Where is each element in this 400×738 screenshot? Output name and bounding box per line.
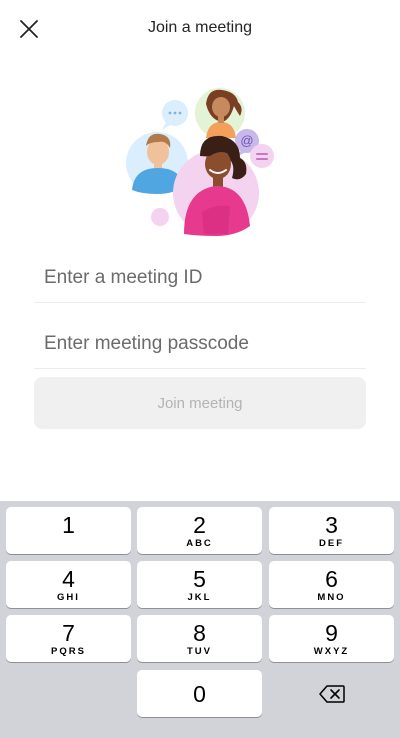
- key-letters: MNO: [317, 591, 346, 603]
- join-meeting-button[interactable]: Join meeting: [34, 377, 366, 429]
- key-number: 4: [62, 565, 75, 592]
- key-number: 8: [193, 619, 206, 646]
- key-6[interactable]: 6 MNO: [269, 561, 394, 608]
- key-3[interactable]: 3 DEF: [269, 507, 394, 554]
- svg-text:@: @: [240, 133, 253, 148]
- key-9[interactable]: 9 WXYZ: [269, 615, 394, 662]
- key-letters: DEF: [319, 537, 344, 549]
- key-number: 3: [325, 511, 338, 538]
- backspace-icon: [318, 684, 345, 703]
- meeting-id-input[interactable]: [34, 253, 366, 303]
- key-7[interactable]: 7 PQRS: [6, 615, 131, 662]
- key-number: 9: [325, 619, 338, 646]
- meeting-passcode-input[interactable]: [34, 319, 366, 369]
- key-letters: JKL: [187, 591, 212, 603]
- message-bubble-icon: [250, 144, 274, 168]
- key-letters: TUV: [187, 645, 212, 657]
- woman-avatar-top: [195, 88, 245, 138]
- key-number: 0: [193, 680, 206, 707]
- key-8[interactable]: 8 TUV: [137, 615, 262, 662]
- key-number: 7: [62, 619, 75, 646]
- key-0[interactable]: 0: [137, 670, 262, 717]
- key-4[interactable]: 4 GHI: [6, 561, 131, 608]
- key-number: 5: [193, 565, 206, 592]
- key-number: 2: [193, 511, 206, 538]
- key-5[interactable]: 5 JKL: [137, 561, 262, 608]
- key-letters: ABC: [186, 537, 213, 549]
- page-title: Join a meeting: [147, 19, 253, 36]
- key-1[interactable]: 1: [6, 507, 131, 554]
- header: Join a meeting: [0, 0, 400, 58]
- delete-key[interactable]: [269, 670, 394, 717]
- people-meeting-illustration: @: [126, 88, 274, 236]
- key-letters: GHI: [57, 591, 80, 603]
- key-2[interactable]: 2 ABC: [137, 507, 262, 554]
- key-number: 6: [325, 565, 338, 592]
- key-letters: WXYZ: [313, 645, 350, 657]
- chat-bubble-icon: [162, 100, 188, 130]
- decor-dot: [151, 208, 169, 226]
- key-number: 1: [62, 511, 75, 538]
- key-letters: PQRS: [51, 645, 86, 657]
